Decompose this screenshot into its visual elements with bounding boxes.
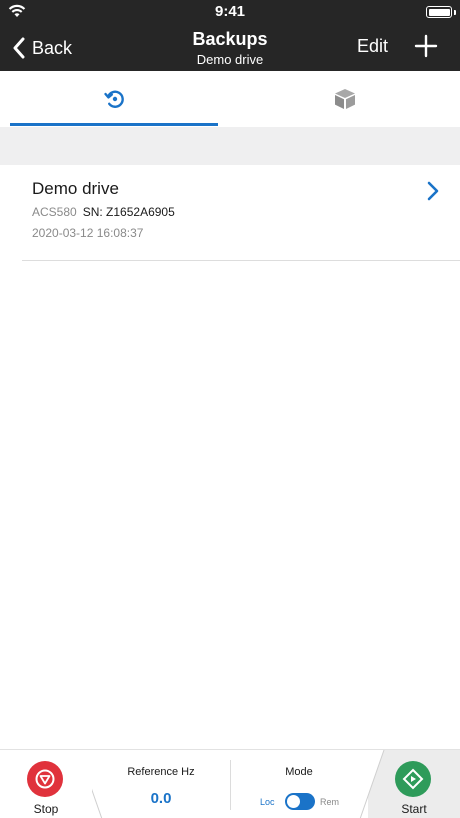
- stop-button[interactable]: Stop: [0, 750, 92, 818]
- reference-value[interactable]: 0.0: [100, 790, 222, 807]
- backup-date: 2020-03-12 16:08:37: [32, 226, 144, 240]
- list-item[interactable]: Demo drive ACS580 SN: Z1652A6905 2020-03-…: [0, 165, 460, 261]
- chevron-right-icon: [427, 181, 439, 201]
- start-icon: [395, 761, 431, 797]
- divider: [22, 260, 460, 261]
- divider: [230, 760, 231, 810]
- stop-icon: [27, 761, 63, 797]
- battery-tip: [454, 10, 456, 15]
- mode-title: Mode: [285, 766, 313, 778]
- status-bar: 9:41: [0, 0, 460, 24]
- backup-meta: ACS580 SN: Z1652A6905: [32, 205, 175, 219]
- mode-rem-label: Rem: [320, 797, 340, 807]
- restore-icon: [104, 90, 124, 108]
- mode-loc-label: Loc: [260, 797, 275, 807]
- tab-packages[interactable]: [230, 71, 460, 127]
- drive-control-bar: Start Stop Reference Hz 0.0 Mode Loc Rem: [0, 749, 460, 818]
- section-header-band: [0, 127, 460, 165]
- backup-serial: SN: Z1652A6905: [82, 205, 175, 219]
- add-icon[interactable]: [414, 34, 438, 58]
- active-tab-indicator: [10, 123, 218, 126]
- separator-slant-right: [348, 750, 385, 818]
- tab-bar: [0, 71, 460, 127]
- reference-title: Reference Hz: [127, 766, 195, 778]
- app-header: 9:41 Back Backups Demo drive Edit: [0, 0, 460, 71]
- package-icon: [335, 89, 355, 109]
- navigation-bar: Back Backups Demo drive Edit: [0, 24, 460, 71]
- mode-toggle[interactable]: [285, 793, 315, 810]
- toggle-knob: [287, 795, 300, 808]
- page-title: Backups: [192, 29, 268, 49]
- edit-button[interactable]: Edit: [357, 36, 388, 57]
- backup-name: Demo drive: [32, 179, 119, 198]
- status-time: 9:41: [214, 3, 246, 20]
- tab-backups[interactable]: [0, 71, 230, 127]
- stop-label: Stop: [33, 802, 59, 816]
- backup-model: ACS580: [32, 205, 77, 219]
- battery-icon: [426, 6, 452, 18]
- page-subtitle: Demo drive: [196, 52, 264, 67]
